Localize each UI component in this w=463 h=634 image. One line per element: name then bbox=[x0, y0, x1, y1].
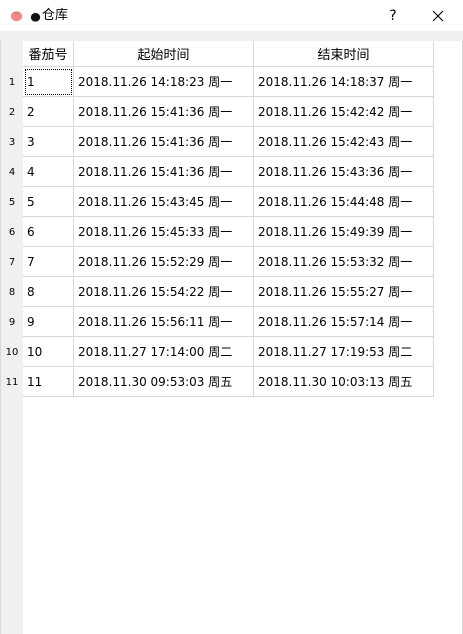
cell-end-time[interactable]: 2018.11.26 15:57:14 周一 bbox=[254, 307, 434, 337]
column-header-label: 番茄号 bbox=[28, 48, 68, 63]
row-number[interactable]: 7 bbox=[1, 247, 23, 277]
table-row[interactable]: 9 2018.11.26 15:56:11 周一 2018.11.26 15:57:… bbox=[23, 307, 434, 337]
cell-start-time[interactable]: 2018.11.26 14:18:23 周一 bbox=[74, 67, 254, 97]
table-row[interactable]: 8 2018.11.26 15:54:22 周一 2018.11.26 15:55:… bbox=[23, 277, 434, 307]
cell-start-time[interactable]: 2018.11.27 17:14:00 周二 bbox=[74, 337, 254, 367]
table-row[interactable]: 1 2018.11.26 14:18:23 周一 2018.11.26 14:18:… bbox=[23, 67, 434, 97]
cell-start-time[interactable]: 2018.11.26 15:41:36 周一 bbox=[74, 97, 254, 127]
title-bar: 仓库 ? bbox=[0, 0, 463, 31]
cell-start-time[interactable]: 2018.11.30 09:53:03 周五 bbox=[74, 367, 254, 397]
cell-start-time[interactable]: 2018.11.26 15:54:22 周一 bbox=[74, 277, 254, 307]
row-number[interactable]: 11 bbox=[1, 367, 23, 397]
cell-start-time[interactable]: 2018.11.26 15:41:36 周一 bbox=[74, 157, 254, 187]
tomato-icon bbox=[30, 11, 41, 22]
row-number[interactable]: 9 bbox=[1, 307, 23, 337]
view-border bbox=[0, 41, 1, 634]
row-number[interactable]: 3 bbox=[1, 127, 23, 157]
window-title: 仓库 bbox=[42, 8, 69, 23]
cell-end-time[interactable]: 2018.11.26 15:43:36 周一 bbox=[254, 157, 434, 187]
cell-end-time[interactable]: 2018.11.30 10:03:13 周五 bbox=[254, 367, 434, 397]
row-number[interactable]: 4 bbox=[1, 157, 23, 187]
cell-end-time[interactable]: 2018.11.26 15:53:32 周一 bbox=[254, 247, 434, 277]
cell-id[interactable]: 10 bbox=[23, 337, 74, 367]
cell-id[interactable]: 7 bbox=[23, 247, 74, 277]
row-number[interactable]: 2 bbox=[1, 97, 23, 127]
column-header-start[interactable]: 起始时间 bbox=[74, 41, 254, 67]
cell-end-time[interactable]: 2018.11.26 14:18:37 周一 bbox=[254, 67, 434, 97]
window-title-group: 仓库 bbox=[30, 7, 68, 25]
cell-id[interactable]: 3 bbox=[23, 127, 74, 157]
cell-end-time[interactable]: 2018.11.26 15:42:42 周一 bbox=[254, 97, 434, 127]
table-row[interactable]: 3 2018.11.26 15:41:36 周一 2018.11.26 15:42:… bbox=[23, 127, 434, 157]
cell-start-time[interactable]: 2018.11.26 15:45:33 周一 bbox=[74, 217, 254, 247]
column-header-id[interactable]: 番茄号 bbox=[23, 41, 74, 67]
header-strip bbox=[0, 31, 463, 41]
row-number[interactable]: 6 bbox=[1, 217, 23, 247]
table-row[interactable]: 11 2018.11.30 09:53:03 周五 2018.11.30 10:03… bbox=[23, 367, 434, 397]
table-row[interactable]: 7 2018.11.26 15:52:29 周一 2018.11.26 15:53:… bbox=[23, 247, 434, 277]
table-row[interactable]: 6 2018.11.26 15:45:33 周一 2018.11.26 15:49:… bbox=[23, 217, 434, 247]
cell-end-time[interactable]: 2018.11.26 15:55:27 周一 bbox=[254, 277, 434, 307]
cell-id[interactable]: 9 bbox=[23, 307, 74, 337]
tomato-app-icon bbox=[10, 11, 23, 22]
row-number[interactable]: 5 bbox=[1, 187, 23, 217]
cell-start-time[interactable]: 2018.11.26 15:43:45 周一 bbox=[74, 187, 254, 217]
column-header-end[interactable]: 结束时间 bbox=[254, 41, 434, 67]
cell-id[interactable]: 8 bbox=[23, 277, 74, 307]
close-icon bbox=[432, 10, 444, 21]
cell-id[interactable]: 6 bbox=[23, 217, 74, 247]
cell-end-time[interactable]: 2018.11.26 15:49:39 周一 bbox=[254, 217, 434, 247]
row-number[interactable]: 1 bbox=[1, 67, 23, 97]
cell-id[interactable]: 1 bbox=[23, 67, 74, 97]
cell-end-time[interactable]: 2018.11.26 15:44:48 周一 bbox=[254, 187, 434, 217]
column-header-label: 起始时间 bbox=[137, 48, 190, 63]
table-corner[interactable] bbox=[1, 41, 23, 67]
cell-start-time[interactable]: 2018.11.26 15:52:29 周一 bbox=[74, 247, 254, 277]
cell-id[interactable]: 2 bbox=[23, 97, 74, 127]
cell-id[interactable]: 5 bbox=[23, 187, 74, 217]
row-number[interactable]: 10 bbox=[1, 337, 23, 367]
row-number[interactable]: 8 bbox=[1, 277, 23, 307]
cell-start-time[interactable]: 2018.11.26 15:41:36 周一 bbox=[74, 127, 254, 157]
column-header-label: 结束时间 bbox=[317, 48, 370, 63]
table-row[interactable]: 10 2018.11.27 17:14:00 周二 2018.11.27 17:19… bbox=[23, 337, 434, 367]
help-label: ? bbox=[389, 7, 397, 24]
cell-start-time[interactable]: 2018.11.26 15:56:11 周一 bbox=[74, 307, 254, 337]
cell-end-time[interactable]: 2018.11.26 15:42:43 周一 bbox=[254, 127, 434, 157]
table-row[interactable]: 4 2018.11.26 15:41:36 周一 2018.11.26 15:43:… bbox=[23, 157, 434, 187]
cell-id[interactable]: 4 bbox=[23, 157, 74, 187]
cell-end-time[interactable]: 2018.11.27 17:19:53 周二 bbox=[254, 337, 434, 367]
table-row[interactable]: 5 2018.11.26 15:43:45 周一 2018.11.26 15:44:… bbox=[23, 187, 434, 217]
cell-id[interactable]: 11 bbox=[23, 367, 74, 397]
close-button[interactable] bbox=[421, 0, 455, 31]
help-button[interactable]: ? bbox=[376, 0, 410, 31]
table-row[interactable]: 2 2018.11.26 15:41:36 周一 2018.11.26 15:42:… bbox=[23, 97, 434, 127]
